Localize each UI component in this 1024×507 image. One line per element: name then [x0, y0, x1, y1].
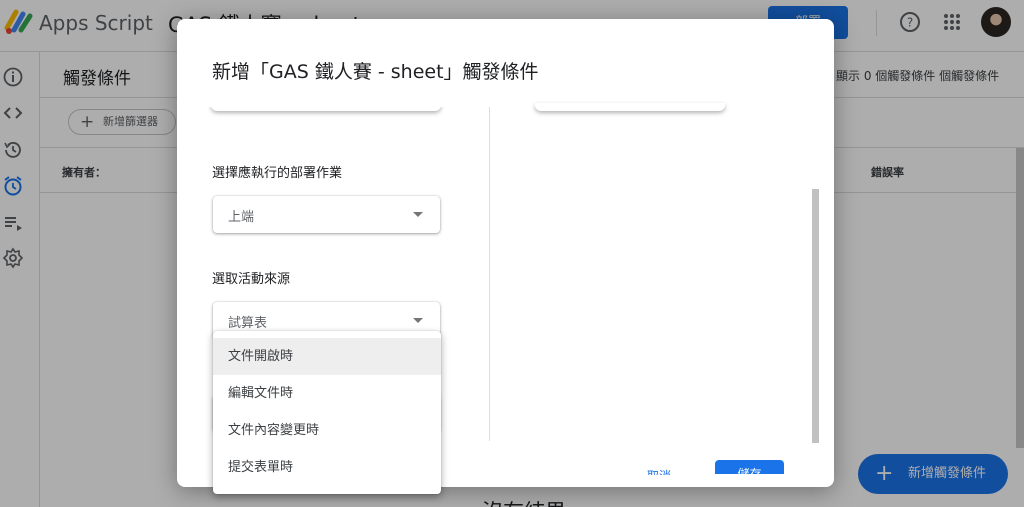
deployment-select[interactable]: 上端 [213, 196, 440, 233]
dropdown-arrow-icon [413, 212, 423, 217]
function-select-edge[interactable] [211, 107, 441, 111]
cancel-button[interactable]: 取消 [647, 467, 671, 475]
dropdown-arrow-icon [413, 318, 423, 323]
menu-item-on-change[interactable]: 文件內容變更時 [213, 412, 441, 449]
event-type-menu: 文件開啟時 編輯文件時 文件內容變更時 提交表單時 [213, 331, 441, 494]
menu-item-on-open[interactable]: 文件開啟時 [213, 338, 441, 375]
deployment-value: 上端 [228, 210, 255, 225]
failure-notify-select-edge[interactable] [535, 103, 725, 111]
dialog-right-column [490, 103, 820, 455]
deployment-label: 選擇應執行的部署作業 [212, 166, 343, 181]
save-button[interactable]: 儲存 [715, 460, 784, 474]
event-source-label: 選取活動來源 [212, 272, 291, 287]
menu-item-on-form-submit[interactable]: 提交表單時 [213, 449, 441, 486]
menu-item-on-edit[interactable]: 編輯文件時 [213, 375, 441, 412]
event-source-value: 試算表 [228, 316, 268, 331]
dialog-title: 新增「GAS 鐵人賽 - sheet」觸發條件 [212, 61, 539, 83]
dialog-scrollbar[interactable] [812, 189, 819, 443]
save-label: 儲存 [737, 467, 762, 474]
